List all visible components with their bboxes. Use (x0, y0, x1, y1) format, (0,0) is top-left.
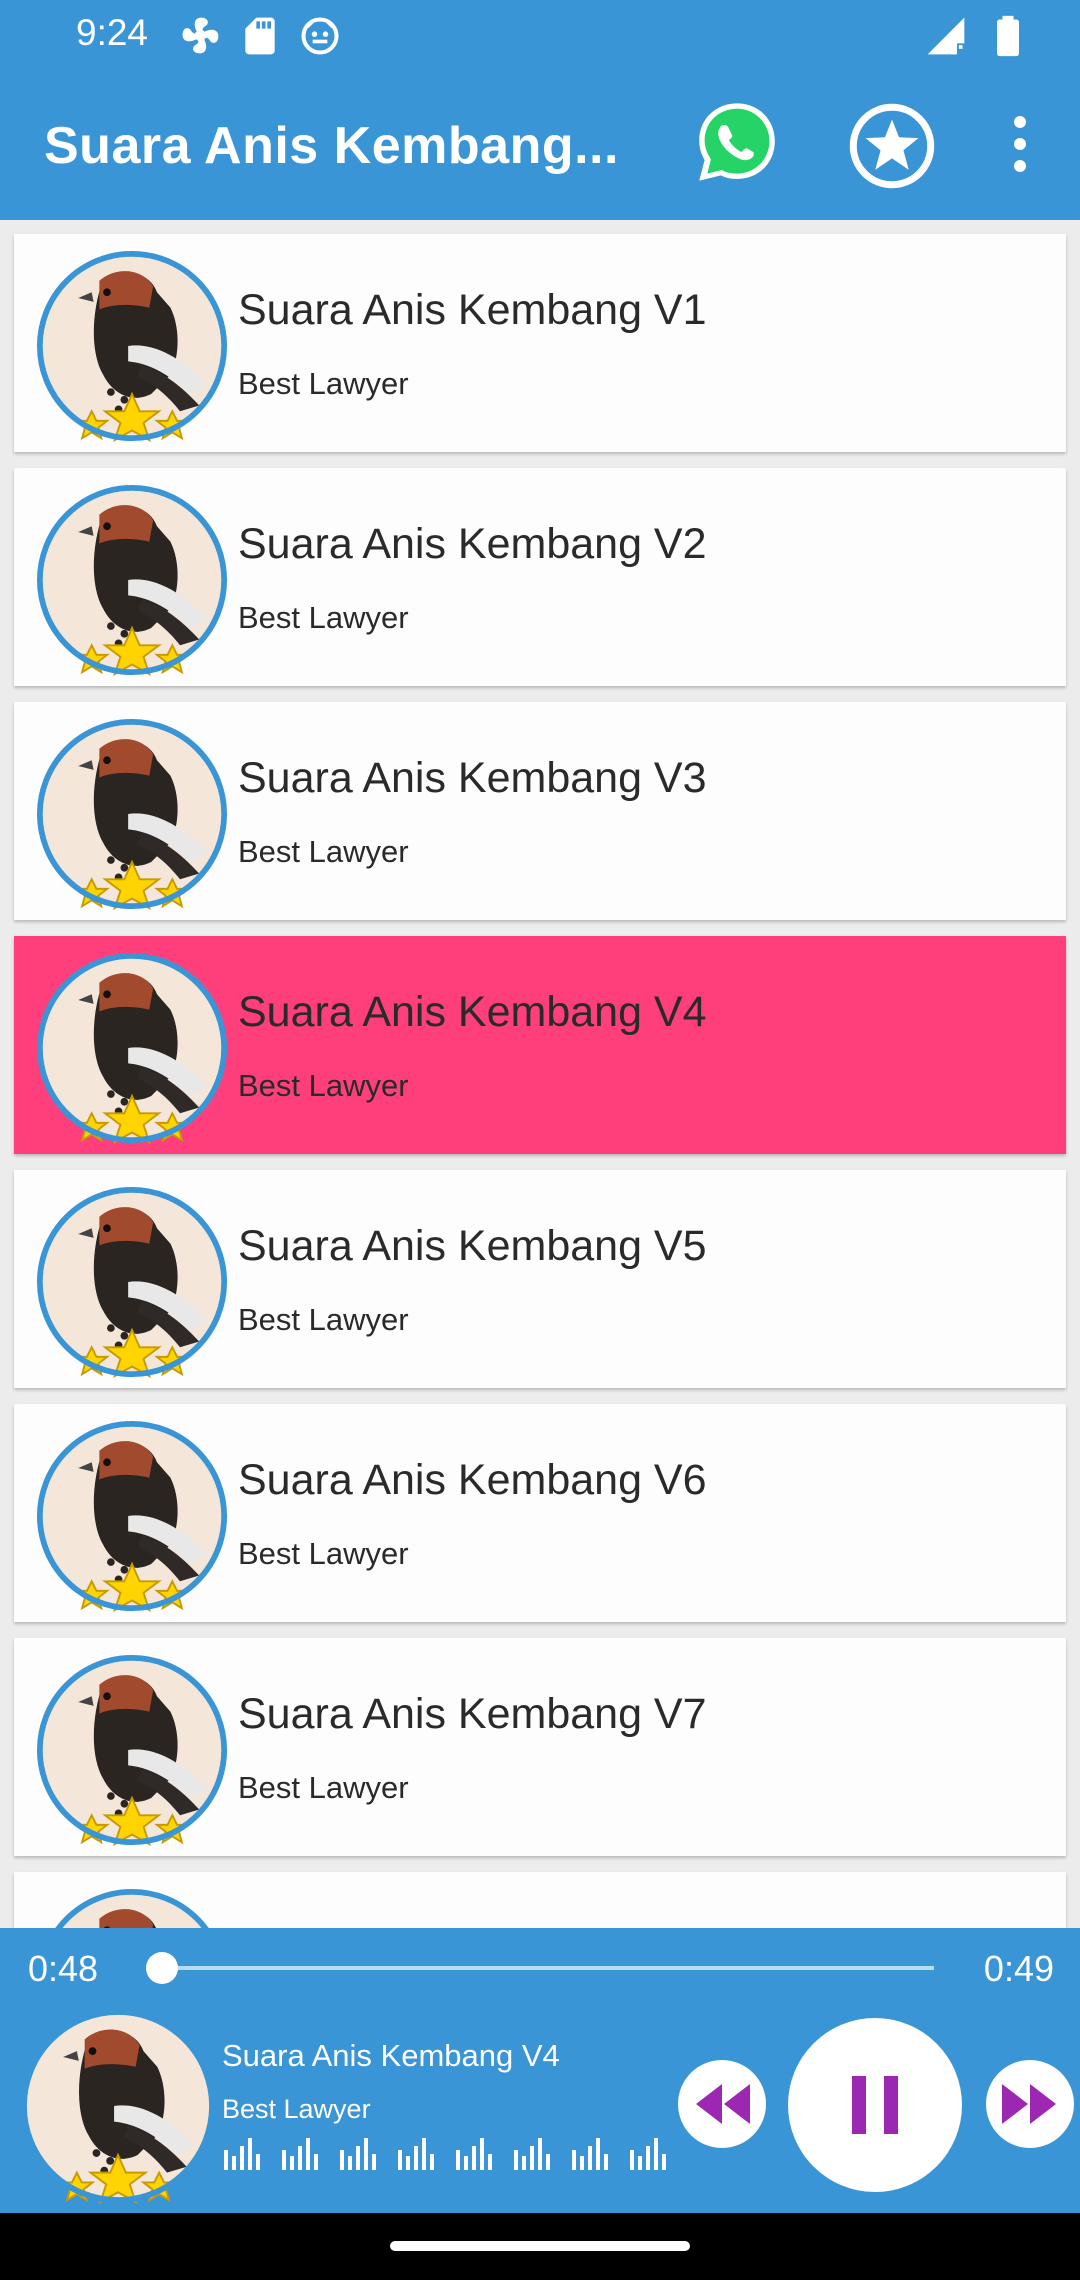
song-item-partial[interactable] (14, 1872, 1066, 1928)
song-artist: Best Lawyer (238, 1068, 409, 1103)
song-artist: Best Lawyer (238, 600, 409, 635)
favorites-button[interactable] (848, 102, 936, 190)
app-bar: Suara Anis Kembang... (0, 70, 1080, 220)
song-artist: Best Lawyer (238, 1770, 409, 1805)
rewind-icon (696, 2084, 750, 2124)
status-icons-left (178, 14, 342, 58)
song-item[interactable]: Suara Anis Kembang V5 Best Lawyer (14, 1170, 1066, 1388)
equalizer-icon (224, 2138, 260, 2170)
song-list[interactable]: Suara Anis Kembang V1 Best Lawyer Suara … (0, 220, 1080, 1928)
overflow-menu-button[interactable] (1000, 112, 1040, 176)
equalizer-visualizer (222, 2136, 668, 2170)
song-thumbnail (36, 718, 228, 910)
song-artist: Best Lawyer (238, 1302, 409, 1337)
now-playing-title: Suara Anis Kembang V4 (222, 2038, 560, 2073)
song-item[interactable]: Suara Anis Kembang V2 Best Lawyer (14, 468, 1066, 686)
fan-icon (182, 17, 219, 54)
seek-thumb[interactable] (146, 1952, 178, 1984)
song-item[interactable]: Suara Anis Kembang V1 Best Lawyer (14, 234, 1066, 452)
equalizer-icon (456, 2138, 492, 2170)
song-title: Suara Anis Kembang V6 (238, 1456, 707, 1504)
equalizer-icon (572, 2138, 608, 2170)
song-artist: Best Lawyer (238, 1536, 409, 1571)
song-thumbnail (36, 1888, 228, 1928)
pause-icon (852, 2076, 898, 2134)
now-playing-artist: Best Lawyer (222, 2094, 371, 2124)
home-gesture-handle[interactable] (390, 2241, 690, 2251)
song-title: Suara Anis Kembang V4 (238, 988, 707, 1036)
equalizer-icon (398, 2138, 434, 2170)
status-icons-right (924, 14, 1030, 58)
whatsapp-icon (699, 103, 775, 181)
face-icon (301, 17, 339, 55)
app-title: Suara Anis Kembang... (44, 117, 619, 175)
equalizer-icon (514, 2138, 550, 2170)
song-thumbnail (36, 952, 228, 1144)
equalizer-icon (340, 2138, 376, 2170)
fast-forward-icon (1002, 2084, 1056, 2124)
song-title: Suara Anis Kembang V7 (238, 1690, 707, 1738)
song-thumbnail (36, 250, 228, 442)
sd-card-icon (245, 17, 275, 55)
pause-button[interactable] (788, 2018, 962, 2192)
rewind-button[interactable] (678, 2060, 766, 2148)
song-item[interactable]: Suara Anis Kembang V3 Best Lawyer (14, 702, 1066, 920)
song-thumbnail (36, 1420, 228, 1612)
song-title: Suara Anis Kembang V5 (238, 1222, 707, 1270)
whatsapp-button[interactable] (692, 98, 782, 188)
system-nav-bar (0, 2213, 1080, 2280)
fast-forward-button[interactable] (986, 2060, 1074, 2148)
song-item[interactable]: Suara Anis Kembang V7 Best Lawyer (14, 1638, 1066, 1856)
seek-bar[interactable] (162, 1966, 934, 1970)
equalizer-icon (630, 2138, 666, 2170)
star-icon (849, 103, 935, 189)
status-bar: 9:24 (0, 0, 1080, 70)
total-time: 0:49 (983, 1948, 1054, 1989)
song-title: Suara Anis Kembang V3 (238, 754, 707, 802)
song-thumbnail (36, 484, 228, 676)
song-item-active[interactable]: Suara Anis Kembang V4 Best Lawyer (14, 936, 1066, 1154)
song-thumbnail (36, 1654, 228, 1846)
status-time: 9:24 (76, 12, 149, 53)
more-vert-icon (1014, 116, 1026, 172)
song-artist: Best Lawyer (238, 834, 409, 869)
song-item[interactable]: Suara Anis Kembang V6 Best Lawyer (14, 1404, 1066, 1622)
now-playing-bar: 0:48 0:49 Suara Anis Kembang V4 Best Law… (0, 1928, 1080, 2213)
battery-icon (997, 15, 1019, 57)
signal-icon (927, 17, 965, 55)
equalizer-icon (282, 2138, 318, 2170)
song-title: Suara Anis Kembang V2 (238, 520, 707, 568)
song-title: Suara Anis Kembang V1 (238, 286, 707, 334)
song-thumbnail (36, 1186, 228, 1378)
now-playing-thumbnail (20, 2008, 216, 2204)
current-time: 0:48 (28, 1948, 99, 1989)
song-artist: Best Lawyer (238, 366, 409, 401)
